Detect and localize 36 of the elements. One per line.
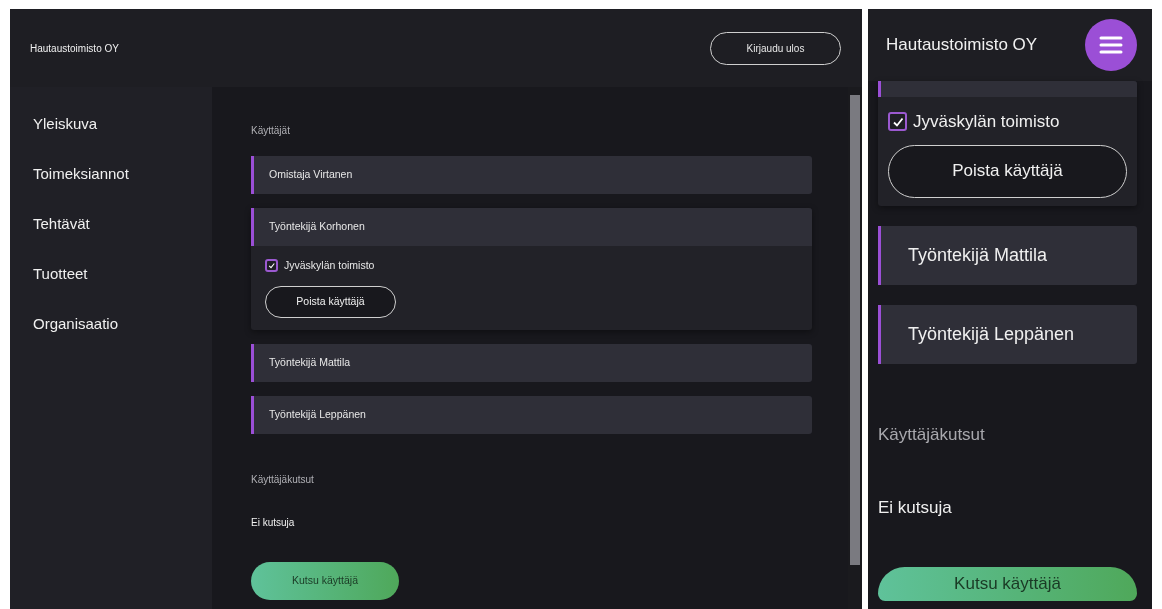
checkbox[interactable] [888,112,907,132]
sidebar-link[interactable]: Tuotteet [33,264,88,284]
user-row[interactable]: Työntekijä Mattila [251,343,812,382]
user-name: Työntekijä Mattila [908,243,1048,267]
sidebar-link[interactable]: Tehtävät [33,214,90,234]
company-name: Hautaustoimisto OY [30,41,119,56]
menu-button[interactable] [1085,19,1137,71]
checkmark-icon [267,262,276,270]
user-row[interactable]: Työntekijä Leppänen [251,395,812,434]
checkmark-icon [891,115,904,128]
checkbox-label: Jyväskylän toimisto [913,111,1060,133]
section-heading: Käyttäjäkutsut [878,423,986,446]
user-row[interactable]: Työntekijä Mattila [878,225,1137,285]
user-name: Työntekijä Mattila [269,354,351,370]
section-heading: Käyttäjät [251,124,291,138]
sidebar-link[interactable]: Yleiskuva [33,114,98,134]
sidebar-link[interactable]: Toimeksiannot [33,164,129,184]
user-name: Työntekijä Leppänen [908,322,1075,346]
empty-message: Ei kutsuja [878,497,953,519]
user-name: Työntekijä Leppänen [269,406,366,422]
checkbox[interactable] [265,259,278,273]
section-heading: Käyttäjäkutsut [251,472,315,487]
remove-user-button[interactable]: Poista käyttäjä [265,285,396,318]
user-row[interactable]: Omistaja Virtanen [251,156,812,194]
user-name: Omistaja Virtanen [269,167,353,183]
sidebar-link[interactable]: Organisaatio [33,314,119,334]
checkbox-label: Jyväskylän toimisto [284,258,375,273]
empty-message: Ei kutsuja [251,515,296,530]
invite-user-button[interactable]: Kutsu käyttäjä [251,561,399,600]
company-name: Hautaustoimisto OY [886,34,1038,57]
remove-user-button[interactable]: Poista käyttäjä [888,144,1127,198]
menu-icon [1099,36,1123,54]
invite-user-button[interactable]: Kutsu käyttäjä [878,566,1137,601]
user-row[interactable]: Työntekijä Leppänen [878,304,1137,364]
user-row[interactable]: Työntekijä Korhonen [251,208,812,246]
user-name: Työntekijä Korhonen [269,219,365,235]
